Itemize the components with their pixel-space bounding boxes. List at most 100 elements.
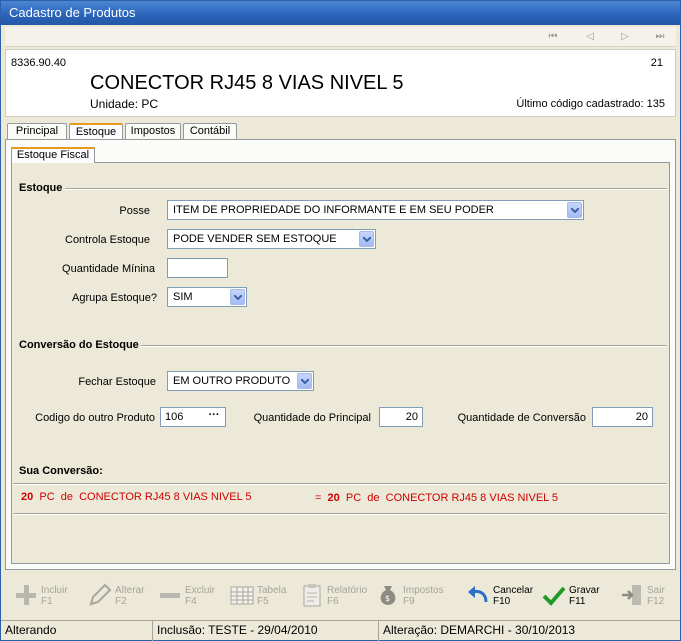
status-bar: Alterando Inclusão: TESTE - 29/04/2010 A… [1, 620, 680, 641]
conversion-right-text: PC de CONECTOR RJ45 8 VIAS NIVEL 5 [339, 492, 559, 504]
product-header: 8336.90.40 21 CONECTOR RJ45 8 VIAS NIVEL… [5, 49, 676, 117]
conversion-right-qty: 20 [327, 492, 340, 504]
controla-estoque-label: Controla Estoque [65, 234, 150, 246]
conversion-section-divider [141, 345, 667, 347]
previous-record-icon[interactable]: ◁ [583, 30, 597, 44]
unit-value: PC [141, 97, 159, 111]
fechar-estoque-label: Fechar Estoque [78, 376, 156, 388]
sair-key: F12 [647, 596, 665, 607]
conversion-equals: = [315, 492, 328, 504]
unit-label: Unidade: [90, 97, 139, 111]
cancelar-button[interactable]: Cancelar F10 [465, 579, 537, 613]
sua-conversao-title: Sua Conversão: [19, 465, 103, 477]
product-register-window: Cadastro de Produtos ⏮ ◁ ▷ ⏭ 8336.90.40 … [0, 0, 681, 641]
conversion-section-title: Conversão do Estoque [19, 339, 139, 351]
pencil-icon [89, 583, 112, 606]
quantidade-principal-input[interactable]: 20 [379, 407, 423, 427]
tabela-key: F5 [257, 596, 269, 607]
last-record-icon[interactable]: ⏭ [653, 30, 667, 44]
posse-select[interactable]: ITEM DE PROPRIEDADE DO INFORMANTE E EM S… [167, 200, 584, 220]
unit-row: Unidade: PC [90, 97, 158, 111]
chevron-down-icon[interactable] [359, 231, 374, 247]
quantidade-minima-input[interactable] [167, 258, 228, 278]
sair-label: Sair [647, 585, 665, 596]
gravar-label: Gravar [569, 585, 600, 596]
tab-principal[interactable]: Principal [7, 123, 67, 139]
quantidade-conversao-input[interactable]: 20 [592, 407, 653, 427]
cancelar-key: F10 [493, 596, 511, 607]
record-number: 21 [650, 57, 663, 69]
tab-impostos[interactable]: Impostos [125, 123, 181, 139]
tabela-label: Tabela [257, 585, 287, 596]
quantidade-conversao-label: Quantidade de Conversão [457, 412, 586, 424]
posse-value: ITEM DE PROPRIEDADE DO INFORMANTE E EM S… [173, 204, 494, 216]
codigo-outro-produto-label: Codigo do outro Produto [35, 412, 155, 424]
subtab-estoque-fiscal[interactable]: Estoque Fiscal [11, 147, 95, 163]
quantidade-minima-label: Quantidade Mínina [62, 263, 155, 275]
codigo-outro-produto-input[interactable]: 106 ··· [160, 407, 226, 427]
first-record-icon[interactable]: ⏮ [546, 30, 560, 44]
alterar-label: Alterar [115, 585, 145, 596]
agrupa-estoque-value: SIM [173, 291, 193, 303]
sair-button[interactable]: Sair F12 [619, 579, 675, 613]
relatorio-label: Relatório [327, 585, 368, 596]
conversion-summary-top-divider [13, 483, 667, 485]
status-alteracao: Alteração: DEMARCHI - 30/10/2013 [383, 623, 576, 637]
controla-estoque-value: PODE VENDER SEM ESTOQUE [173, 233, 337, 245]
checkmark-icon [542, 586, 566, 606]
excluir-label: Excluir [185, 585, 216, 596]
conversion-summary-bottom-divider [13, 513, 667, 515]
fechar-estoque-select[interactable]: EM OUTRO PRODUTO [167, 371, 314, 391]
conversion-summary-right: = 20 PC de CONECTOR RJ45 8 VIAS NIVEL 5 [315, 492, 558, 504]
conversion-left-qty: 20 [21, 491, 34, 503]
alterar-button[interactable]: Alterar F2 [87, 579, 153, 613]
last-registered-code: Último código cadastrado: 135 [516, 98, 665, 110]
incluir-button[interactable]: Incluir F1 [13, 579, 79, 613]
conversion-left-text: PC de CONECTOR RJ45 8 VIAS NIVEL 5 [33, 491, 252, 503]
tabela-button[interactable]: Tabela F5 [229, 579, 295, 613]
gravar-key: F11 [569, 596, 586, 607]
impostos-label: Impostos [403, 585, 444, 596]
product-name: CONECTOR RJ45 8 VIAS NIVEL 5 [90, 72, 404, 94]
incluir-label: Incluir [41, 585, 68, 596]
plus-icon [16, 585, 36, 605]
cancelar-label: Cancelar [493, 585, 534, 596]
gravar-button[interactable]: Gravar F11 [541, 579, 607, 613]
agrupa-estoque-label: Agrupa Estoque? [71, 292, 157, 304]
incluir-key: F1 [41, 596, 53, 607]
tab-estoque[interactable]: Estoque [69, 123, 123, 140]
window-title: Cadastro de Produtos [1, 1, 680, 25]
alterar-key: F2 [115, 596, 127, 607]
tab-contabil[interactable]: Contábil [183, 123, 237, 139]
money-bag-icon: $ [380, 586, 396, 605]
impostos-key: F9 [403, 596, 415, 607]
chevron-down-icon[interactable] [230, 289, 245, 305]
minus-icon [160, 593, 180, 598]
product-ncm-code: 8336.90.40 [11, 57, 67, 69]
relatorio-button[interactable]: Relatório F6 [299, 579, 369, 613]
action-toolbar: Incluir F1 Alterar F2 Excluir F4 Tabela F5 R… [5, 575, 676, 617]
record-navigation-bar: ⏮ ◁ ▷ ⏭ [5, 27, 676, 47]
impostos-button[interactable]: $ Impostos F9 [375, 579, 445, 613]
posse-label: Posse [119, 205, 150, 217]
report-icon [303, 584, 321, 607]
excluir-button[interactable]: Excluir F4 [157, 579, 223, 613]
svg-text:$: $ [385, 594, 390, 603]
fechar-estoque-value: EM OUTRO PRODUTO [173, 375, 291, 387]
exit-door-icon [622, 585, 641, 605]
table-icon [230, 586, 254, 605]
undo-arrow-icon [468, 586, 488, 603]
codigo-outro-produto-value: 106 [165, 411, 184, 423]
chevron-down-icon[interactable] [297, 373, 312, 389]
excluir-key: F4 [185, 596, 197, 607]
status-inclusao: Inclusão: TESTE - 29/04/2010 [153, 621, 379, 641]
agrupa-estoque-select[interactable]: SIM [167, 287, 247, 307]
conversion-summary-left: 20 PC de CONECTOR RJ45 8 VIAS NIVEL 5 [21, 491, 252, 503]
chevron-down-icon[interactable] [567, 202, 582, 218]
stock-section-divider [65, 188, 667, 190]
quantidade-principal-label: Quantidade do Principal [253, 412, 371, 424]
lookup-button[interactable]: ··· [204, 409, 224, 425]
controla-estoque-select[interactable]: PODE VENDER SEM ESTOQUE [167, 229, 376, 249]
next-record-icon[interactable]: ▷ [618, 30, 632, 44]
stock-section-title: Estoque [19, 182, 63, 194]
